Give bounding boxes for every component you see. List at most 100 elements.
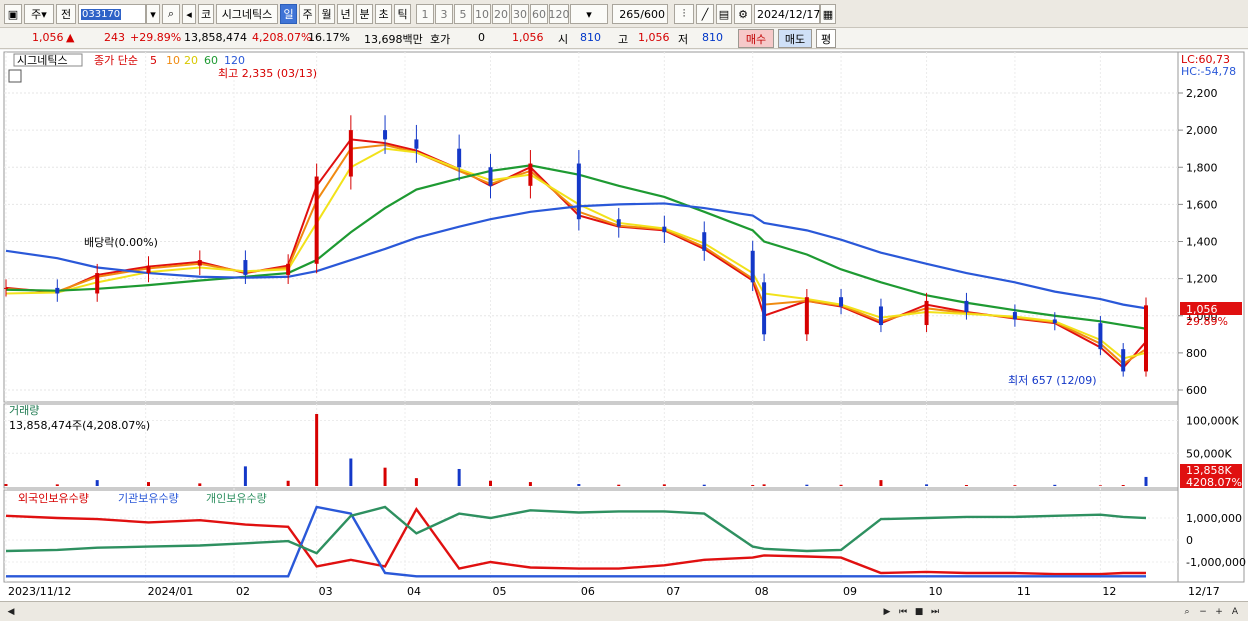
x-tick-label: 2023/11/12 xyxy=(8,585,71,598)
candle-body xyxy=(576,163,581,220)
volume-bar xyxy=(762,484,766,486)
volume-bar xyxy=(1144,476,1148,486)
candle-body xyxy=(314,176,319,264)
zoom-in-icon[interactable]: + xyxy=(1212,604,1226,619)
toolbar: ▣ 주 ▾ 전 033170 ▾ ⌕ ◂ 코 시그네틱스 일주월년분초틱 1351… xyxy=(0,0,1248,28)
period-3[interactable]: 3 xyxy=(435,4,453,24)
price-tick-label: 1,200 xyxy=(1186,273,1218,286)
stock-chart[interactable]: 2,2002,0001,8001,6001,4001,2001,00080060… xyxy=(0,50,1248,602)
code-input[interactable]: 033170 xyxy=(78,4,146,24)
volume-bar xyxy=(577,484,581,486)
flat-button[interactable]: 평 xyxy=(816,29,836,48)
draw-tool-icon[interactable]: ╱ xyxy=(696,4,714,24)
table-icon[interactable] xyxy=(8,69,22,83)
tab-0[interactable]: 일 xyxy=(280,4,297,24)
price-tick-label: 1,600 xyxy=(1186,198,1218,211)
period-60[interactable]: 60 xyxy=(530,4,548,24)
turnover-value: 16.17% xyxy=(308,31,350,44)
font-size-icon[interactable]: A xyxy=(1228,604,1242,619)
tab-1[interactable]: 주 xyxy=(299,4,316,24)
sell-button[interactable]: 매도 xyxy=(778,29,812,48)
search-icon[interactable]: ⌕ xyxy=(162,4,180,24)
calendar-icon[interactable]: ▦ xyxy=(820,4,836,24)
chart-area[interactable]: 2,200 2,000 1,800 1,600 1,400 1,200 1,000 800 60… xyxy=(0,50,1248,602)
ma60-legend: 60 xyxy=(204,54,218,67)
scroll-right-icon[interactable]: ▶ xyxy=(880,604,894,619)
open-value: 810 xyxy=(580,31,601,44)
period-20[interactable]: 20 xyxy=(492,4,510,24)
x-tick-label: 09 xyxy=(843,585,857,598)
candle-body xyxy=(528,163,533,186)
volume-bar xyxy=(528,482,532,486)
save-icon[interactable]: ▤ xyxy=(716,4,732,24)
window-icon[interactable]: ▣ xyxy=(4,4,22,24)
scroll-bar[interactable]: ◀ ▶ ⏮ ■ ⏭ ⌕ − + A xyxy=(0,601,1248,621)
candle-icon[interactable]: ⫶ xyxy=(674,4,694,24)
market-select[interactable]: 주 ▾ xyxy=(24,4,54,24)
candle-body xyxy=(839,297,844,307)
tab-4[interactable]: 분 xyxy=(356,4,373,24)
x-tick-label: 11 xyxy=(1017,585,1031,598)
count-value: 265 xyxy=(619,7,641,21)
code-dropdown-icon[interactable]: ▾ xyxy=(146,4,160,24)
volume-bar xyxy=(383,467,387,486)
zoom-out-icon[interactable]: − xyxy=(1196,604,1210,619)
x-tick-label: 02 xyxy=(236,585,250,598)
holding-tick-label: 0 xyxy=(1186,534,1193,547)
period-1[interactable]: 1 xyxy=(416,4,434,24)
tab-6[interactable]: 틱 xyxy=(394,4,411,24)
stop-icon[interactable]: ■ xyxy=(912,604,926,619)
gear-icon[interactable]: ⚙ xyxy=(734,4,752,24)
stock-name-box[interactable]: 시그네틱스 xyxy=(216,4,278,24)
volume-info: 13,858,474주(4,208.07%) xyxy=(9,419,150,432)
buy-button[interactable]: 매수 xyxy=(738,29,774,48)
retail-legend: 개인보유수량 xyxy=(206,492,267,505)
candle-body xyxy=(243,260,248,275)
prev-button[interactable]: 전 xyxy=(56,4,76,24)
volume-bar xyxy=(751,485,755,486)
low-note: 최저 657 (12/09) xyxy=(1008,374,1097,387)
volume-bar xyxy=(1121,485,1125,486)
price-panel-frame xyxy=(3,51,1179,403)
price-tick-label: 2,000 xyxy=(1186,124,1218,137)
volume-bar xyxy=(286,480,290,486)
candle-body xyxy=(1098,323,1103,350)
volume-bar xyxy=(662,484,666,486)
up-arrow-icon: ▲ xyxy=(66,31,75,44)
volume-bar xyxy=(457,468,461,486)
sound-icon[interactable]: ◂ xyxy=(182,4,196,24)
x-tick-label: 2024/01 xyxy=(148,585,194,598)
period-10[interactable]: 10 xyxy=(473,4,491,24)
count-total: /600 xyxy=(640,7,665,21)
candle-body xyxy=(4,287,8,289)
volume-bar xyxy=(702,484,706,486)
price-tick-label: 800 xyxy=(1186,347,1207,360)
volume-bar xyxy=(349,458,353,486)
period-120[interactable]: 120 xyxy=(549,4,570,24)
candle-body xyxy=(348,130,353,177)
count-box[interactable]: 265/600 xyxy=(612,4,668,24)
volume-pct: 4,208.07% xyxy=(252,31,312,44)
volume-title: 거래량 xyxy=(9,404,39,417)
date-input[interactable]: 2024/12/17 xyxy=(754,4,820,24)
candle-body xyxy=(1144,305,1148,372)
kind-badge[interactable]: 코 xyxy=(198,4,214,24)
tab-5[interactable]: 초 xyxy=(375,4,392,24)
price-tick-label: 600 xyxy=(1186,384,1207,397)
zoom-icon[interactable]: ⌕ xyxy=(1180,604,1194,619)
ma5-legend: 5 xyxy=(150,54,157,67)
period-input[interactable]: ▾ xyxy=(570,4,608,24)
price-tick-label: 2,200 xyxy=(1186,87,1218,100)
ma-legend-label: 종가 단순 xyxy=(94,54,138,67)
low-label: 저 xyxy=(678,33,689,46)
candle-body xyxy=(146,265,151,274)
period-5[interactable]: 5 xyxy=(454,4,472,24)
period-30[interactable]: 30 xyxy=(511,4,529,24)
forward-icon[interactable]: ⏭ xyxy=(928,604,942,619)
scroll-left-icon[interactable]: ◀ xyxy=(4,604,18,619)
quote-bar: 1,056 ▲ 243 +29.89% 13,858,474 4,208.07%… xyxy=(0,28,1248,49)
volume-bar xyxy=(1053,484,1057,486)
tab-2[interactable]: 월 xyxy=(318,4,335,24)
rewind-icon[interactable]: ⏮ xyxy=(896,604,910,619)
tab-3[interactable]: 년 xyxy=(337,4,354,24)
